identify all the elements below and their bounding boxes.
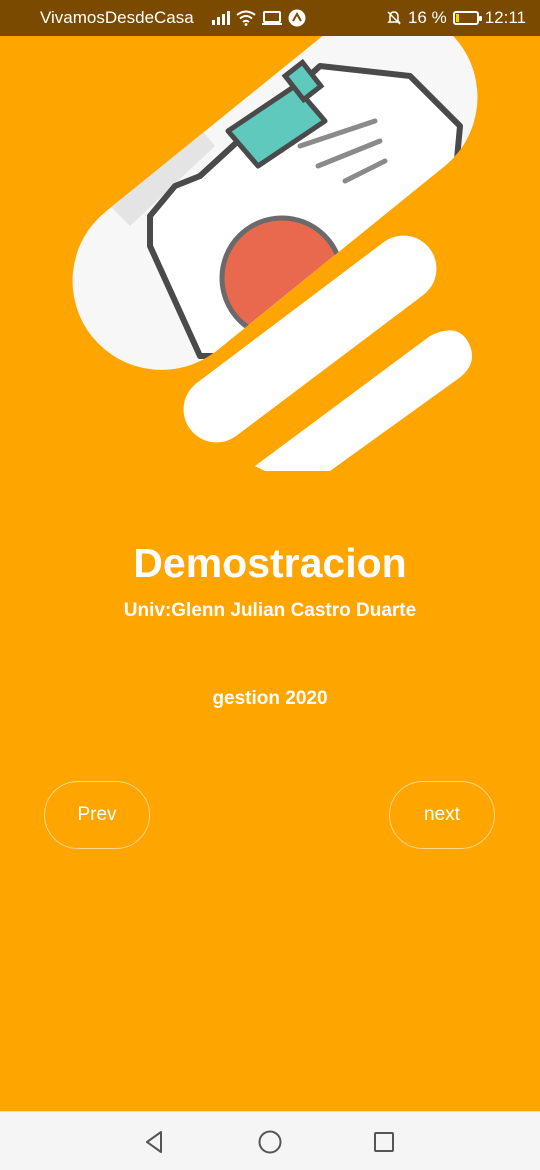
signal-icon (211, 11, 230, 25)
system-navigation-bar (0, 1111, 540, 1170)
app-notification-icon (288, 9, 306, 27)
back-icon[interactable] (138, 1126, 170, 1158)
home-icon[interactable] (254, 1126, 286, 1158)
battery-percent: 16 % (407, 8, 447, 27)
recents-icon[interactable] (368, 1126, 400, 1158)
prev-button[interactable]: Prev (44, 781, 150, 849)
carrier-name: VivamosDesdeCasa (40, 8, 194, 27)
wifi-icon (236, 10, 256, 26)
battery-icon (452, 11, 482, 25)
author-subtitle: Univ:Glenn Julian Castro Duarte (123, 600, 417, 621)
mute-icon (387, 11, 401, 25)
clock-time: 12:11 (484, 8, 526, 27)
id-badge-illustration (72, 36, 478, 471)
cast-icon (261, 11, 282, 25)
next-button[interactable]: next (389, 781, 495, 849)
year-label: gestion 2020 (212, 688, 328, 709)
status-bar: VivamosDesdeCasa 16 % 12:11 (0, 0, 540, 36)
page-title: Demostracion (133, 540, 407, 586)
